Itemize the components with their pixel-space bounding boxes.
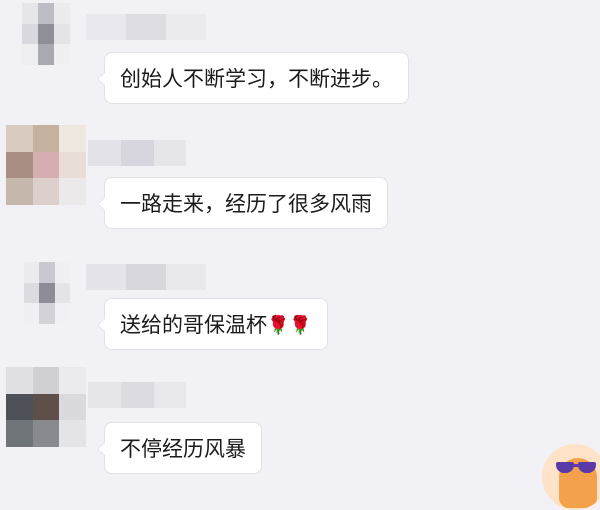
message-text-4: 不停经历风暴 bbox=[120, 437, 246, 461]
sunglasses-icon bbox=[556, 462, 598, 474]
sender-name-blurred-1 bbox=[86, 14, 206, 40]
sender-avatar-3[interactable] bbox=[24, 262, 70, 324]
sender-avatar-2[interactable] bbox=[6, 125, 86, 205]
message-text-1: 创始人不断学习，不断进步。 bbox=[120, 67, 393, 91]
message-bubble-4[interactable]: 不停经历风暴 bbox=[97, 422, 262, 474]
message-text-2: 一路走来，经历了很多风雨 bbox=[120, 192, 372, 216]
sender-name-blurred-4 bbox=[88, 382, 186, 408]
sender-name-blurred-2 bbox=[88, 140, 186, 166]
message-bubble-2[interactable]: 一路走来，经历了很多风雨 bbox=[97, 177, 388, 229]
sender-avatar-4[interactable] bbox=[6, 367, 86, 447]
message-bubble-3[interactable]: 送给的哥保温杯🌹🌹 bbox=[97, 298, 328, 350]
message-text-3: 送给的哥保温杯 bbox=[120, 313, 267, 337]
message-bubble-1[interactable]: 创始人不断学习，不断进步。 bbox=[97, 52, 409, 104]
sender-avatar-1[interactable] bbox=[22, 3, 70, 65]
sender-name-blurred-3 bbox=[86, 264, 206, 290]
sunglasses-avatar-icon[interactable] bbox=[542, 444, 600, 510]
rose-emoji-icon: 🌹🌹 bbox=[267, 315, 312, 336]
